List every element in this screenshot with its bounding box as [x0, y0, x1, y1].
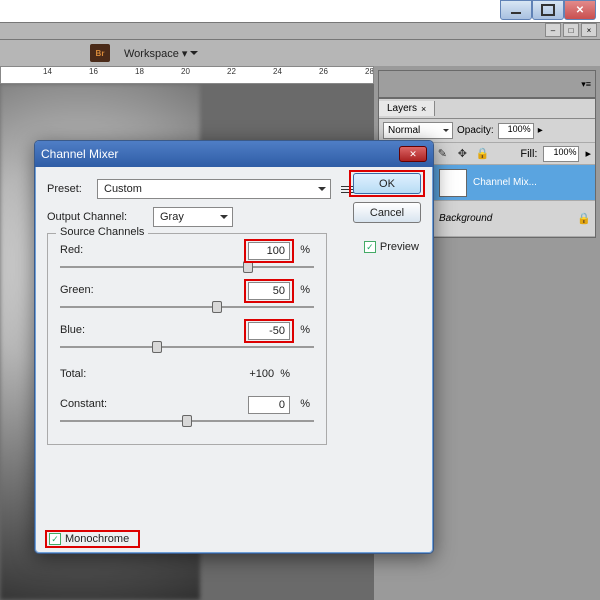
ruler-mark: 18: [135, 67, 144, 76]
highlight-ok: [349, 170, 425, 197]
constant-slider-row: Constant: 0 %: [60, 398, 314, 436]
layer-name: Background: [439, 213, 571, 224]
fill-flyout-icon[interactable]: ▸: [585, 147, 591, 160]
highlight-green: [244, 279, 294, 303]
blue-label: Blue:: [60, 324, 85, 336]
layer-name: Channel Mix...: [473, 177, 591, 188]
red-slider-track[interactable]: [60, 266, 314, 268]
constant-slider-thumb[interactable]: [182, 415, 192, 427]
preset-label: Preset:: [47, 183, 91, 195]
ruler-mark: 26: [319, 67, 328, 76]
doc-minimize-button[interactable]: –: [545, 23, 561, 37]
output-channel-combo[interactable]: Gray: [153, 207, 233, 227]
close-button[interactable]: [564, 0, 596, 20]
preview-checkbox-row: ✓ Preview: [364, 241, 419, 253]
ruler-mark: 20: [181, 67, 190, 76]
bridge-icon[interactable]: Br: [90, 44, 110, 62]
opacity-flyout-icon[interactable]: ▸: [538, 125, 543, 136]
ruler-mark: 28: [365, 67, 374, 76]
red-label: Red:: [60, 244, 83, 256]
lock-all-icon[interactable]: 🔒: [475, 147, 489, 161]
group-title: Source Channels: [56, 226, 148, 238]
percent-sign: %: [300, 244, 310, 256]
ruler-mark: 24: [273, 67, 282, 76]
cancel-button[interactable]: Cancel: [353, 202, 421, 223]
lock-icon: 🔒: [577, 212, 591, 225]
tab-label: Layers: [387, 103, 417, 114]
ruler-mark: 16: [89, 67, 98, 76]
dialog-body: OK Cancel ✓ Preview Preset: Custom Outpu…: [35, 167, 433, 553]
preset-combo[interactable]: Custom: [97, 179, 331, 199]
ruler-mark: 22: [227, 67, 236, 76]
percent-sign: %: [300, 398, 310, 410]
green-slider-thumb[interactable]: [212, 301, 222, 313]
horizontal-ruler: 14 16 18 20 22 24 26 28: [0, 66, 374, 84]
workspace-switcher[interactable]: Workspace ▾: [124, 47, 198, 60]
opacity-label: Opacity:: [457, 125, 494, 136]
blue-slider-row: Blue: -50 %: [60, 324, 314, 362]
dialog-close-button[interactable]: ✕: [399, 146, 427, 162]
panel-tabbar: Layers ×: [379, 99, 595, 119]
tab-layers[interactable]: Layers ×: [379, 101, 435, 116]
output-channel-label: Output Channel:: [47, 211, 147, 223]
total-row: Total: +100 %: [60, 364, 314, 380]
dialog-titlebar[interactable]: Channel Mixer ✕: [35, 141, 433, 167]
highlight-red: [244, 239, 294, 263]
preview-label: Preview: [380, 241, 419, 253]
tab-close-icon[interactable]: ×: [421, 104, 426, 114]
total-label: Total:: [60, 368, 86, 380]
blend-mode-select[interactable]: Normal: [383, 122, 453, 139]
doc-restore-button[interactable]: □: [563, 23, 579, 37]
percent-sign: %: [300, 324, 310, 336]
mask-thumb: [439, 169, 467, 197]
lock-pixels-icon[interactable]: ✎: [435, 147, 449, 161]
highlight-blue: [244, 319, 294, 343]
lock-position-icon[interactable]: ✥: [455, 147, 469, 161]
secondary-window-controls: – □ ×: [0, 22, 600, 40]
preview-checkbox[interactable]: ✓: [364, 241, 376, 253]
source-channels-group: Source Channels Red: 100 % Green: 50 % B…: [47, 233, 327, 445]
options-bar: Br Workspace ▾: [0, 40, 600, 66]
green-slider-track[interactable]: [60, 306, 314, 308]
constant-value-input[interactable]: 0: [248, 396, 290, 414]
ruler-mark: 14: [43, 67, 52, 76]
percent-sign: %: [300, 284, 310, 296]
parent-window-controls: [500, 0, 596, 20]
panel-menu-icon[interactable]: ▾≡: [581, 79, 591, 90]
maximize-button[interactable]: [532, 0, 564, 20]
collapsed-panel[interactable]: ▾≡: [378, 70, 596, 98]
doc-close-button[interactable]: ×: [581, 23, 597, 37]
total-value: +100: [249, 368, 274, 380]
channel-mixer-dialog: Channel Mixer ✕ OK Cancel ✓ Preview Pres…: [34, 140, 434, 554]
highlight-monochrome: [45, 530, 140, 548]
constant-label: Constant:: [60, 398, 107, 410]
fill-label: Fill:: [520, 148, 537, 160]
green-slider-row: Green: 50 %: [60, 284, 314, 322]
opacity-field[interactable]: 100%: [498, 123, 534, 139]
blue-slider-thumb[interactable]: [152, 341, 162, 353]
green-label: Green:: [60, 284, 94, 296]
minimize-button[interactable]: [500, 0, 532, 20]
dialog-title: Channel Mixer: [41, 147, 118, 161]
blue-slider-track[interactable]: [60, 346, 314, 348]
fill-field[interactable]: 100%: [543, 146, 579, 162]
red-slider-row: Red: 100 %: [60, 244, 314, 282]
